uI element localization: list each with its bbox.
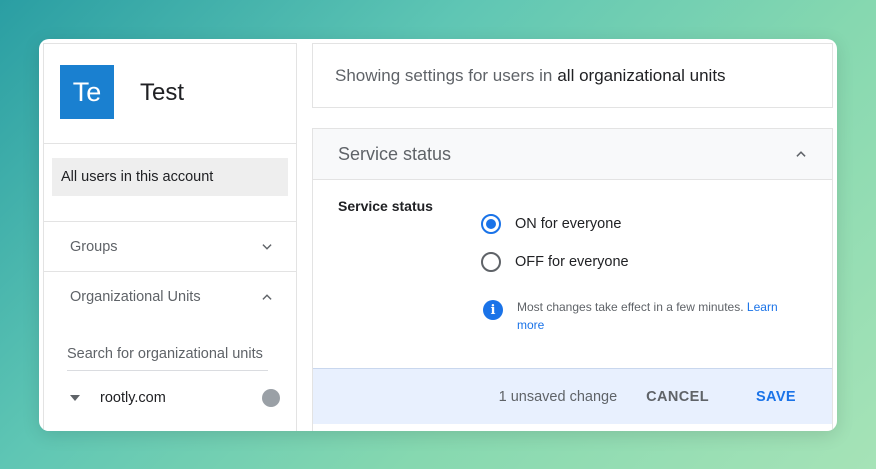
org-units-label: Organizational Units (70, 289, 201, 305)
info-icon: i (483, 300, 503, 320)
chevron-up-icon[interactable] (260, 290, 274, 304)
status-dot-icon (262, 389, 280, 407)
all-users-item[interactable]: All users in this account (52, 158, 288, 196)
unsaved-count: 1 unsaved change (498, 388, 618, 405)
scope-prefix: Showing settings for users in (335, 65, 553, 85)
sidebar: Te Test All users in this account Groups… (43, 43, 297, 431)
panel-header[interactable]: Service status (313, 129, 832, 180)
radio-on-checked[interactable] (481, 214, 501, 234)
option-off-label: OFF for everyone (515, 254, 629, 270)
expand-triangle-icon[interactable] (70, 395, 80, 401)
org-units-row[interactable]: Organizational Units (44, 272, 296, 322)
save-button[interactable]: SAVE (756, 389, 796, 405)
info-text: Most changes take effect in a few minute… (517, 298, 783, 334)
option-on-label: ON for everyone (515, 216, 622, 232)
info-note: i Most changes take effect in a few minu… (483, 298, 783, 334)
chevron-down-icon[interactable] (260, 240, 274, 254)
panel-title: Service status (338, 143, 452, 164)
scope-banner: Showing settings for users in all organi… (312, 43, 833, 108)
scope-value: all organizational units (557, 65, 726, 85)
settings-card: Te Test All users in this account Groups… (39, 39, 837, 431)
all-users-section: All users in this account (44, 158, 296, 222)
collapse-chevron-up-icon[interactable] (794, 147, 808, 161)
org-units-search-input[interactable]: Search for organizational units (67, 346, 268, 371)
org-unit-item[interactable]: rootly.com (44, 389, 296, 407)
service-status-panel: Service status Service status ON for eve… (312, 128, 833, 431)
groups-label: Groups (70, 238, 118, 255)
radio-off-unchecked[interactable] (481, 252, 501, 272)
panel-body: Service status ON for everyone OFF for e… (313, 180, 832, 368)
groups-row[interactable]: Groups (44, 222, 296, 272)
account-avatar: Te (60, 65, 114, 119)
org-unit-label: rootly.com (100, 390, 166, 406)
cancel-button[interactable]: CANCEL (646, 389, 709, 405)
account-name: Test (140, 79, 185, 106)
option-on-everyone[interactable]: ON for everyone (481, 214, 621, 234)
account-header: Te Test (44, 44, 296, 144)
info-message: Most changes take effect in a few minute… (517, 300, 744, 314)
option-off-everyone[interactable]: OFF for everyone (481, 252, 629, 272)
setting-label: Service status (338, 198, 433, 214)
action-footer: 1 unsaved change CANCEL SAVE (313, 368, 832, 424)
